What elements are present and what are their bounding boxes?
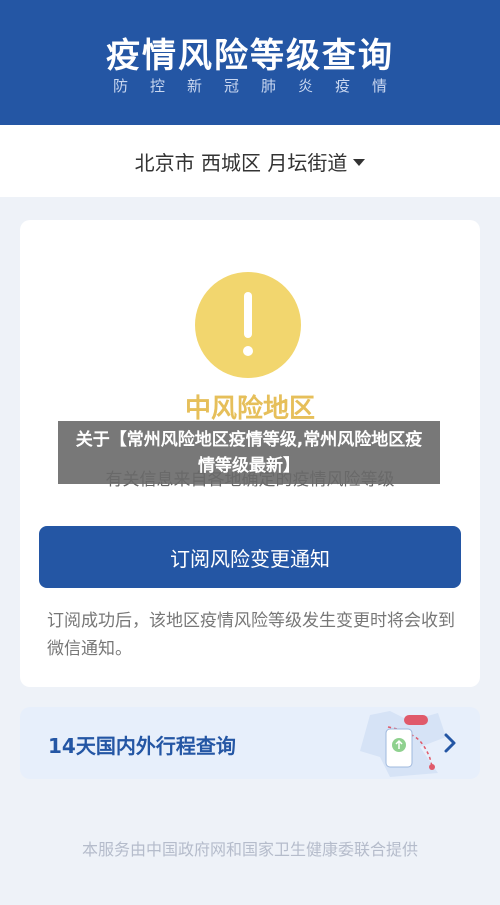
- footer-credit: 本服务由中国政府网和国家卫生健康委联合提供: [81, 840, 418, 859]
- subscribe-button[interactable]: 订阅风险变更通知: [39, 526, 461, 588]
- page-subtitle: 防控新冠肺炎疫情: [112, 77, 409, 95]
- trip-query-label: 14天国内外行程查询: [48, 734, 236, 758]
- subscribe-description: 订阅成功后，该地区疫情风险等级发生变更时将会收到微信通知。: [47, 611, 455, 659]
- location-selector[interactable]: 北京市 西城区 月坛街道: [0, 125, 500, 197]
- page-title: 疫情风险等级查询: [106, 36, 394, 76]
- app-header: 疫情风险等级查询 防控新冠肺炎疫情: [0, 0, 500, 125]
- caret-down-icon: [353, 158, 366, 166]
- travel-map-illustration-icon: [360, 711, 446, 777]
- article-title-overlay: 关于【常州风险地区疫情等级,常州风险地区疫情等级最新】: [58, 421, 440, 484]
- warning-icon: [195, 272, 301, 378]
- location-text: 北京市 西城区 月坛街道: [134, 150, 348, 175]
- risk-level-label: 中风险地区: [184, 394, 315, 424]
- trip-query-link[interactable]: 14天国内外行程查询: [20, 707, 480, 779]
- chevron-right-icon: [444, 733, 456, 753]
